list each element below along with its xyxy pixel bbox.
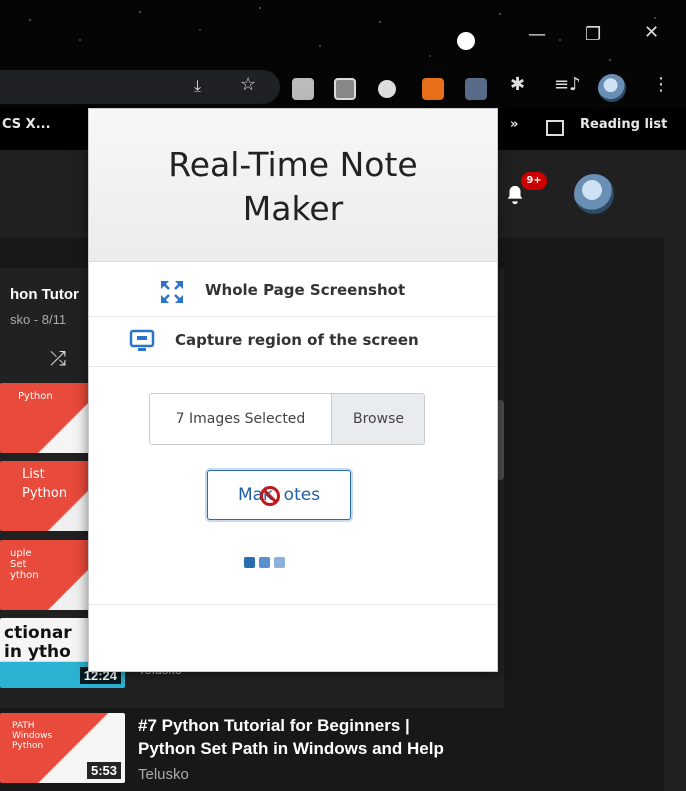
playlist-subtitle: sko - 8/11: [10, 312, 67, 327]
minimize-icon[interactable]: —: [528, 24, 546, 45]
extension-icon[interactable]: [334, 78, 356, 100]
reading-list-icon[interactable]: [546, 120, 564, 136]
selected-files-field[interactable]: 7 Images Selected: [150, 394, 331, 444]
thumbnail-text: ctionar in ytho: [4, 623, 72, 662]
video-duration: 5:53: [86, 762, 121, 779]
popup-title-line: Maker: [242, 189, 344, 228]
extension-icon[interactable]: [465, 78, 487, 100]
profile-dropdown-icon[interactable]: [457, 32, 475, 50]
menu-option-label: Capture region of the screen: [175, 331, 419, 349]
more-menu-icon[interactable]: ⋮: [652, 74, 670, 95]
video-thumbnail[interactable]: PATH Windows Python 5:53: [0, 713, 125, 783]
thumbnail-text: uple Set ython: [10, 548, 39, 581]
whole-page-screenshot-option[interactable]: Whole Page Screenshot: [89, 266, 497, 317]
bookmark-star-icon[interactable]: ☆: [240, 74, 256, 95]
menu-option-label: Whole Page Screenshot: [205, 281, 406, 299]
media-control-icon[interactable]: ≡♪: [554, 74, 581, 95]
install-app-icon[interactable]: ⤓: [194, 76, 201, 96]
popup-title-line: Real-Time Note: [168, 145, 418, 184]
address-bar[interactable]: [0, 70, 280, 104]
loading-dot: [244, 557, 255, 568]
not-allowed-cursor-icon: [260, 486, 280, 506]
reading-list-button[interactable]: Reading list: [580, 117, 667, 147]
extension-icon[interactable]: [378, 80, 396, 98]
bookmark-item[interactable]: CS X...: [2, 117, 51, 147]
browse-button[interactable]: Browse: [331, 394, 424, 444]
video-channel[interactable]: Telusko: [138, 766, 189, 783]
video-title-line: Python Set Path in Windows and Help: [138, 739, 444, 758]
video-title[interactable]: #7 Python Tutorial for Beginners | Pytho…: [138, 714, 444, 760]
file-input-group[interactable]: 7 Images Selected Browse: [149, 393, 425, 445]
popup-header: Real-Time Note Maker: [89, 109, 497, 262]
playlist-title[interactable]: hon Tutor: [10, 286, 79, 303]
extension-icon[interactable]: [422, 78, 444, 100]
popup-title: Real-Time Note Maker: [89, 143, 497, 231]
thumbnail-text: PATH Windows Python: [12, 721, 53, 751]
extension-icon[interactable]: [292, 78, 314, 100]
account-avatar[interactable]: [574, 174, 614, 214]
expand-icon: [161, 281, 183, 303]
extension-popup: Real-Time Note Maker Whole Page Screensh…: [88, 108, 498, 672]
profile-avatar[interactable]: [598, 74, 626, 102]
thumbnail-text: List Python: [22, 467, 68, 501]
close-icon[interactable]: ✕: [644, 22, 659, 43]
restore-icon[interactable]: ❐: [585, 24, 601, 45]
notification-badge: 9+: [521, 172, 547, 190]
extensions-puzzle-icon[interactable]: ✱: [510, 74, 525, 95]
bookmarks-more-icon[interactable]: »: [510, 117, 518, 147]
loading-dot: [259, 557, 270, 568]
shuffle-icon[interactable]: ⤮: [50, 346, 66, 370]
loading-dot: [274, 557, 285, 568]
page-scrollbar[interactable]: [664, 150, 686, 791]
monitor-icon: [129, 329, 155, 351]
video-title-line: #7 Python Tutorial for Beginners |: [138, 716, 410, 735]
capture-region-option[interactable]: Capture region of the screen: [89, 316, 497, 367]
popup-footer: [89, 604, 497, 672]
thumbnail-text: Python: [18, 391, 53, 402]
